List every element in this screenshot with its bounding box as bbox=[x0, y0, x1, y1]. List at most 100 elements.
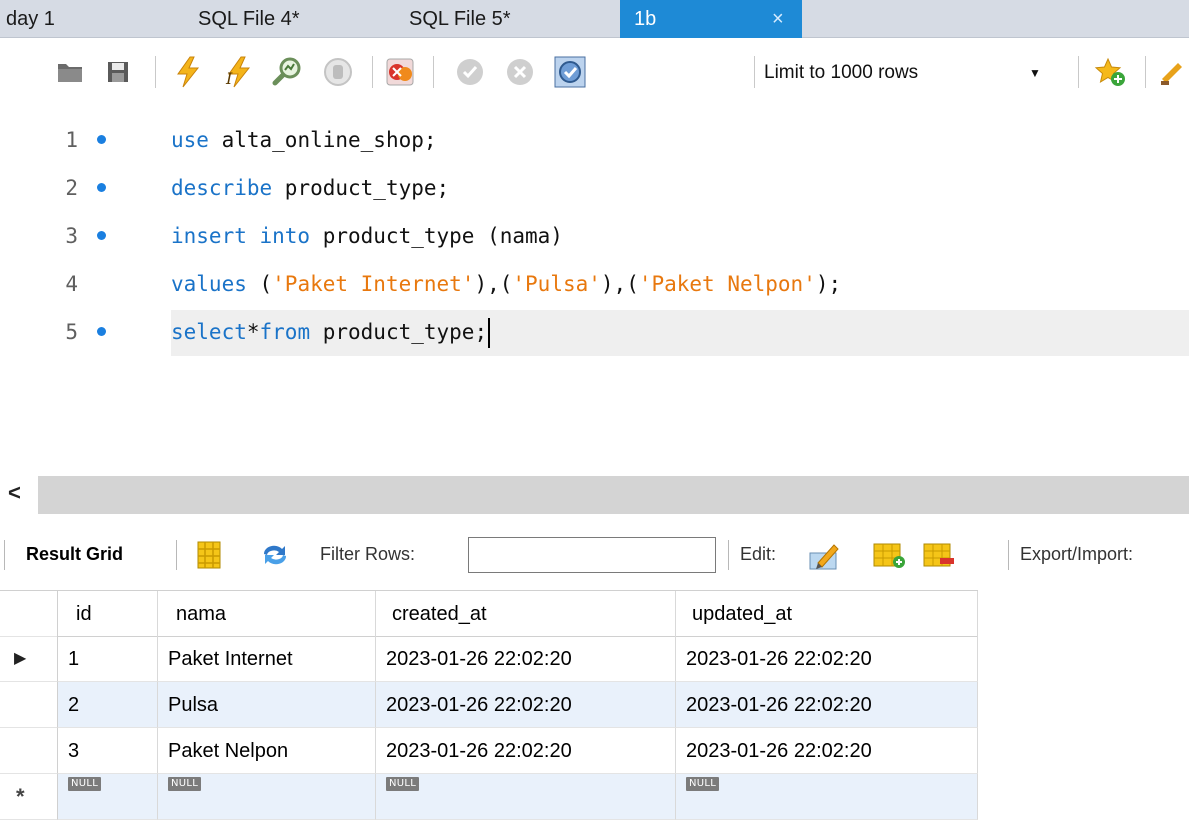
column-header-id[interactable]: id bbox=[58, 591, 158, 637]
autocommit-icon[interactable] bbox=[550, 52, 590, 92]
cell-created-at[interactable]: NULL bbox=[376, 774, 676, 820]
cell-nama[interactable]: Paket Internet bbox=[158, 636, 376, 682]
rollback-icon[interactable] bbox=[500, 52, 540, 92]
cell-id[interactable]: 1 bbox=[58, 636, 158, 682]
toolbar-separator bbox=[1145, 56, 1146, 88]
cell-updated-at[interactable]: 2023-01-26 22:02:20 bbox=[676, 636, 978, 682]
toolbar-separator bbox=[754, 56, 755, 88]
table-row[interactable]: 3 Paket Nelpon 2023-01-26 22:02:20 2023-… bbox=[0, 728, 978, 774]
code-text: values ('Paket Internet'),('Pulsa'),('Pa… bbox=[171, 272, 842, 296]
row-selector-header[interactable] bbox=[0, 591, 58, 637]
line-number: 5 bbox=[65, 320, 78, 344]
horizontal-scrollbar[interactable]: < bbox=[0, 476, 1189, 514]
filter-rows-label: Filter Rows: bbox=[320, 544, 416, 564]
cell-updated-at[interactable]: 2023-01-26 22:02:20 bbox=[676, 682, 978, 728]
cell-created-at[interactable]: 2023-01-26 22:02:20 bbox=[376, 682, 676, 728]
code-text: insert into product_type (nama) bbox=[171, 224, 563, 248]
cell-created-at[interactable]: 2023-01-26 22:02:20 bbox=[376, 728, 676, 774]
cell-id[interactable]: NULL bbox=[58, 774, 158, 820]
code-text: describe product_type; bbox=[171, 176, 450, 200]
null-badge: NULL bbox=[168, 777, 202, 791]
statement-dot-icon bbox=[97, 327, 106, 336]
grid-layout-icon[interactable] bbox=[190, 536, 228, 574]
line-number: 4 bbox=[65, 272, 78, 296]
cell-updated-at[interactable]: 2023-01-26 22:02:20 bbox=[676, 728, 978, 774]
commit-icon[interactable] bbox=[450, 52, 490, 92]
cell-nama[interactable]: Paket Nelpon bbox=[158, 728, 376, 774]
statement-dot-icon bbox=[97, 183, 106, 192]
result-grid-label[interactable]: Result Grid bbox=[26, 544, 123, 565]
open-folder-icon[interactable] bbox=[50, 52, 90, 92]
toolbar-separator bbox=[1008, 540, 1009, 570]
tab-sql-file-4[interactable]: SQL File 4* bbox=[198, 0, 300, 38]
statement-dot-icon bbox=[97, 135, 106, 144]
line-number: 3 bbox=[65, 224, 78, 248]
explain-icon[interactable] bbox=[268, 52, 308, 92]
toolbar-separator bbox=[1078, 56, 1079, 88]
limit-rows-select[interactable]: Limit to 1000 rows ▼ bbox=[764, 58, 1054, 88]
null-badge: NULL bbox=[686, 777, 720, 791]
line-number: 2 bbox=[65, 176, 78, 200]
current-row-pointer-icon: ▶ bbox=[14, 650, 27, 667]
stop-icon[interactable] bbox=[318, 52, 358, 92]
cell-updated-at[interactable]: NULL bbox=[676, 774, 978, 820]
cell-nama[interactable]: NULL bbox=[158, 774, 376, 820]
edit-label: Edit: bbox=[740, 544, 777, 564]
line-number: 1 bbox=[65, 128, 78, 152]
toggle-error-icon[interactable] bbox=[380, 52, 420, 92]
column-header-updated-at[interactable]: updated_at bbox=[676, 591, 978, 637]
refresh-icon[interactable] bbox=[256, 536, 294, 574]
cell-id[interactable]: 3 bbox=[58, 728, 158, 774]
chevron-down-icon: ▼ bbox=[1029, 66, 1041, 80]
code-line-4: 4 values ('Paket Internet'),('Pulsa'),('… bbox=[0, 260, 1189, 308]
beautify-icon[interactable] bbox=[1158, 52, 1189, 92]
table-row[interactable]: 2 Pulsa 2023-01-26 22:02:20 2023-01-26 2… bbox=[0, 682, 978, 728]
toolbar-separator bbox=[176, 540, 177, 570]
sql-editor-toolbar: I Limit to 1000 rows ▼ bbox=[0, 38, 1189, 110]
tab-1b-label: 1b bbox=[634, 8, 657, 30]
code-line-3: 3 insert into product_type (nama) bbox=[0, 212, 1189, 260]
statement-dot-icon bbox=[97, 231, 106, 240]
result-toolbar: Result Grid Filter Rows: Edit: Export/Im… bbox=[0, 528, 1189, 584]
code-line-2: 2 describe product_type; bbox=[0, 164, 1189, 212]
row-selector[interactable]: * bbox=[0, 774, 58, 820]
save-icon[interactable] bbox=[98, 52, 138, 92]
cell-created-at[interactable]: 2023-01-26 22:02:20 bbox=[376, 636, 676, 682]
close-tab-icon[interactable]: × bbox=[772, 0, 784, 38]
svg-text:I: I bbox=[225, 69, 233, 88]
cell-id[interactable]: 2 bbox=[58, 682, 158, 728]
row-selector[interactable] bbox=[0, 728, 58, 774]
filter-rows-input[interactable] bbox=[468, 537, 716, 573]
code-line-1: 1 use alta_online_shop; bbox=[0, 116, 1189, 164]
new-row-marker-icon: * bbox=[16, 784, 25, 809]
toolbar-separator bbox=[728, 540, 729, 570]
execute-icon[interactable] bbox=[168, 52, 208, 92]
row-selector[interactable] bbox=[0, 682, 58, 728]
sql-editor[interactable]: 1 use alta_online_shop; 2 describe produ… bbox=[0, 116, 1189, 416]
null-badge: NULL bbox=[386, 777, 420, 791]
delete-row-icon[interactable] bbox=[920, 536, 958, 574]
execute-current-icon[interactable]: I bbox=[218, 52, 258, 92]
grid-header-row: id nama created_at updated_at bbox=[0, 590, 978, 637]
tab-1b[interactable]: 1b × bbox=[620, 0, 802, 38]
limit-rows-value: Limit to 1000 rows bbox=[764, 62, 919, 83]
edit-row-icon[interactable] bbox=[806, 536, 844, 574]
toolbar-separator bbox=[4, 540, 5, 570]
code-text: select*from product_type; bbox=[171, 308, 491, 356]
column-header-created-at[interactable]: created_at bbox=[376, 591, 676, 637]
row-selector[interactable]: ▶ bbox=[0, 636, 58, 682]
add-snippet-icon[interactable] bbox=[1090, 52, 1130, 92]
scrollbar-track[interactable] bbox=[38, 476, 1189, 514]
text-caret bbox=[488, 318, 491, 348]
new-row[interactable]: * NULL NULL NULL NULL bbox=[0, 774, 978, 820]
tab-sql-file-5[interactable]: SQL File 5* bbox=[409, 0, 511, 38]
table-row[interactable]: ▶ 1 Paket Internet 2023-01-26 22:02:20 2… bbox=[0, 636, 978, 682]
scroll-left-arrow-icon[interactable]: < bbox=[8, 480, 21, 506]
column-header-nama[interactable]: nama bbox=[158, 591, 376, 637]
cell-nama[interactable]: Pulsa bbox=[158, 682, 376, 728]
tab-bar: day 1 SQL File 4* SQL File 5* 1b × bbox=[0, 0, 1189, 38]
insert-row-icon[interactable] bbox=[870, 536, 908, 574]
toolbar-separator bbox=[155, 56, 156, 88]
tab-day-1[interactable]: day 1 bbox=[6, 0, 55, 38]
export-import-label: Export/Import: bbox=[1020, 544, 1134, 564]
